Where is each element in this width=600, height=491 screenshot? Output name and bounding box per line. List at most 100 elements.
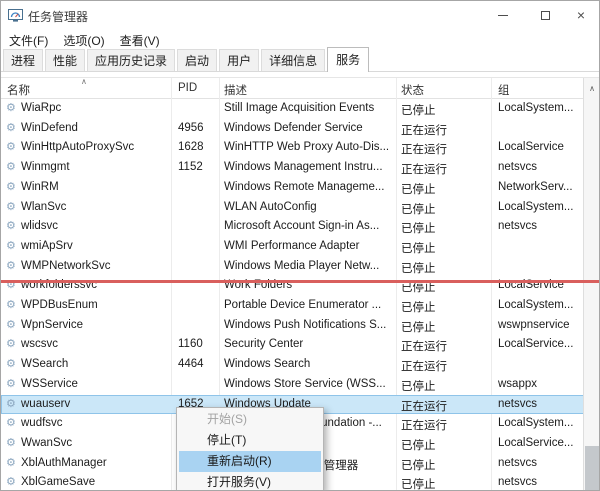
service-status: 已停止 <box>401 260 489 276</box>
sort-ascending-icon: ∧ <box>81 77 87 86</box>
service-description: WLAN AutoConfig <box>224 201 394 213</box>
scrollbar-thumb[interactable] <box>585 446 599 491</box>
close-button[interactable]: × <box>565 1 597 29</box>
column-header[interactable]: PID <box>178 82 197 94</box>
service-name: wuauserv <box>21 398 169 410</box>
context-menu-item[interactable]: 停止(T) <box>179 430 321 451</box>
tab-服务[interactable]: 服务 <box>327 47 369 72</box>
service-group: NetworkServ... <box>498 181 583 193</box>
service-name: wlidsvc <box>21 220 169 232</box>
table-row[interactable]: ⚙WSearch4464Windows Search正在运行 <box>1 355 584 375</box>
maximize-button[interactable] <box>529 1 561 29</box>
table-row[interactable]: ⚙WMPNetworkSvcWindows Media Player Netw.… <box>1 257 584 277</box>
tab-启动[interactable]: 启动 <box>177 49 217 72</box>
service-status: 已停止 <box>401 319 489 335</box>
tab-详细信息[interactable]: 详细信息 <box>261 49 325 72</box>
service-description: Windows Management Instru... <box>224 161 394 173</box>
table-row[interactable]: ⚙WiaRpcStill Image Acquisition Events已停止… <box>1 99 584 119</box>
service-status: 已停止 <box>401 102 489 118</box>
service-gear-icon: ⚙ <box>6 416 19 429</box>
service-gear-icon: ⚙ <box>6 200 19 213</box>
column-header[interactable]: 名称 <box>7 82 30 98</box>
service-gear-icon: ⚙ <box>6 259 19 272</box>
service-group: LocalSystem... <box>498 417 583 429</box>
service-status: 正在运行 <box>401 398 489 414</box>
service-group: LocalService <box>498 141 583 153</box>
service-gear-icon: ⚙ <box>6 160 19 173</box>
service-group: LocalSystem... <box>498 299 583 311</box>
service-description: Windows Remote Manageme... <box>224 181 394 193</box>
menu-item[interactable]: 查看(V) <box>113 31 167 50</box>
service-name: WSearch <box>21 358 169 370</box>
vertical-scrollbar[interactable]: ∧ <box>583 78 599 490</box>
service-name: wudfsvc <box>21 417 169 429</box>
table-row[interactable]: ⚙WSServiceWindows Store Service (WSS...已… <box>1 375 584 395</box>
menu-item[interactable]: 文件(F) <box>2 31 55 50</box>
service-group: netsvcs <box>498 457 583 469</box>
service-group: LocalSystem... <box>498 201 583 213</box>
service-status: 已停止 <box>401 220 489 236</box>
table-row[interactable]: ⚙WinHttpAutoProxySvc1628WinHTTP Web Prox… <box>1 138 584 158</box>
service-pid: 4956 <box>178 122 216 134</box>
context-menu-item[interactable]: 打开服务(V) <box>179 472 321 491</box>
scrollbar-up-icon[interactable]: ∧ <box>584 80 600 96</box>
table-row[interactable]: ⚙wlidsvcMicrosoft Account Sign-in As...已… <box>1 217 584 237</box>
service-gear-icon: ⚙ <box>6 337 19 350</box>
tab-性能[interactable]: 性能 <box>45 49 85 72</box>
service-status: 已停止 <box>401 201 489 217</box>
service-status: 正在运行 <box>401 358 489 374</box>
service-name: wscsvc <box>21 338 169 350</box>
minimize-button[interactable] <box>487 1 519 29</box>
menu-bar: 文件(F)选项(O)查看(V) <box>1 31 599 49</box>
context-menu-item[interactable]: 重新启动(R) <box>179 451 321 472</box>
service-group: LocalService... <box>498 437 583 449</box>
service-gear-icon: ⚙ <box>6 436 19 449</box>
service-gear-icon: ⚙ <box>6 140 19 153</box>
table-row[interactable]: ⚙wmiApSrvWMI Performance Adapter已停止 <box>1 237 584 257</box>
table-row[interactable]: ⚙wscsvc1160Security Center正在运行LocalServi… <box>1 335 584 355</box>
service-gear-icon: ⚙ <box>6 456 19 469</box>
service-status: 正在运行 <box>401 161 489 177</box>
window-title: 任务管理器 <box>28 8 88 25</box>
service-pid: 1152 <box>178 161 216 173</box>
table-row[interactable]: ⚙WPDBusEnumPortable Device Enumerator ..… <box>1 296 584 316</box>
table-row[interactable]: ⚙WlanSvc WLAN AutoConfig 已停止 LocalSystem... <box>1 198 584 218</box>
service-name: wmiApSrv <box>21 240 169 252</box>
service-description: WinHTTP Web Proxy Auto-Dis... <box>224 141 394 153</box>
service-description: Windows Media Player Netw... <box>224 260 394 272</box>
service-name: WlanSvc <box>21 201 169 213</box>
menu-item[interactable]: 选项(O) <box>56 31 111 50</box>
service-group: wsappx <box>498 378 583 390</box>
service-group: netsvcs <box>498 161 583 173</box>
service-status: 正在运行 <box>401 338 489 354</box>
column-header[interactable]: 状态 <box>401 82 424 98</box>
context-menu: 开始(S)停止(T)重新启动(R)打开服务(V) <box>176 407 324 491</box>
close-icon: × <box>577 8 585 22</box>
service-group: netsvcs <box>498 220 583 232</box>
tab-进程[interactable]: 进程 <box>3 49 43 72</box>
service-status: 正在运行 <box>401 141 489 157</box>
service-name: WwanSvc <box>21 437 169 449</box>
service-description: Windows Store Service (WSS... <box>224 378 394 390</box>
service-description: Windows Search <box>224 358 394 370</box>
column-header[interactable]: 描述 <box>224 82 247 98</box>
tab-用户[interactable]: 用户 <box>219 49 259 72</box>
table-row[interactable]: ⚙WinDefend4956Windows Defender Service正在… <box>1 119 584 139</box>
table-row[interactable]: ⚙WpnServiceWindows Push Notifications S.… <box>1 316 584 336</box>
service-gear-icon: ⚙ <box>6 397 19 410</box>
task-manager-icon <box>8 8 23 23</box>
table-row[interactable]: ⚙Winmgmt1152Windows Management Instru...… <box>1 158 584 178</box>
service-description: Windows Push Notifications S... <box>224 319 394 331</box>
maximize-icon <box>541 11 550 20</box>
red-annotation-line <box>1 280 600 283</box>
column-header[interactable]: 组 <box>498 82 510 98</box>
service-status: 已停止 <box>401 378 489 394</box>
service-status: 已停止 <box>401 457 489 473</box>
service-gear-icon: ⚙ <box>6 298 19 311</box>
service-group: LocalService... <box>498 338 583 350</box>
tab-应用历史记录[interactable]: 应用历史记录 <box>87 49 175 72</box>
table-row[interactable]: ⚙WinRMWindows Remote Manageme...已停止Netwo… <box>1 178 584 198</box>
service-group: netsvcs <box>498 476 583 488</box>
service-gear-icon: ⚙ <box>6 318 19 331</box>
service-status: 已停止 <box>401 476 489 491</box>
